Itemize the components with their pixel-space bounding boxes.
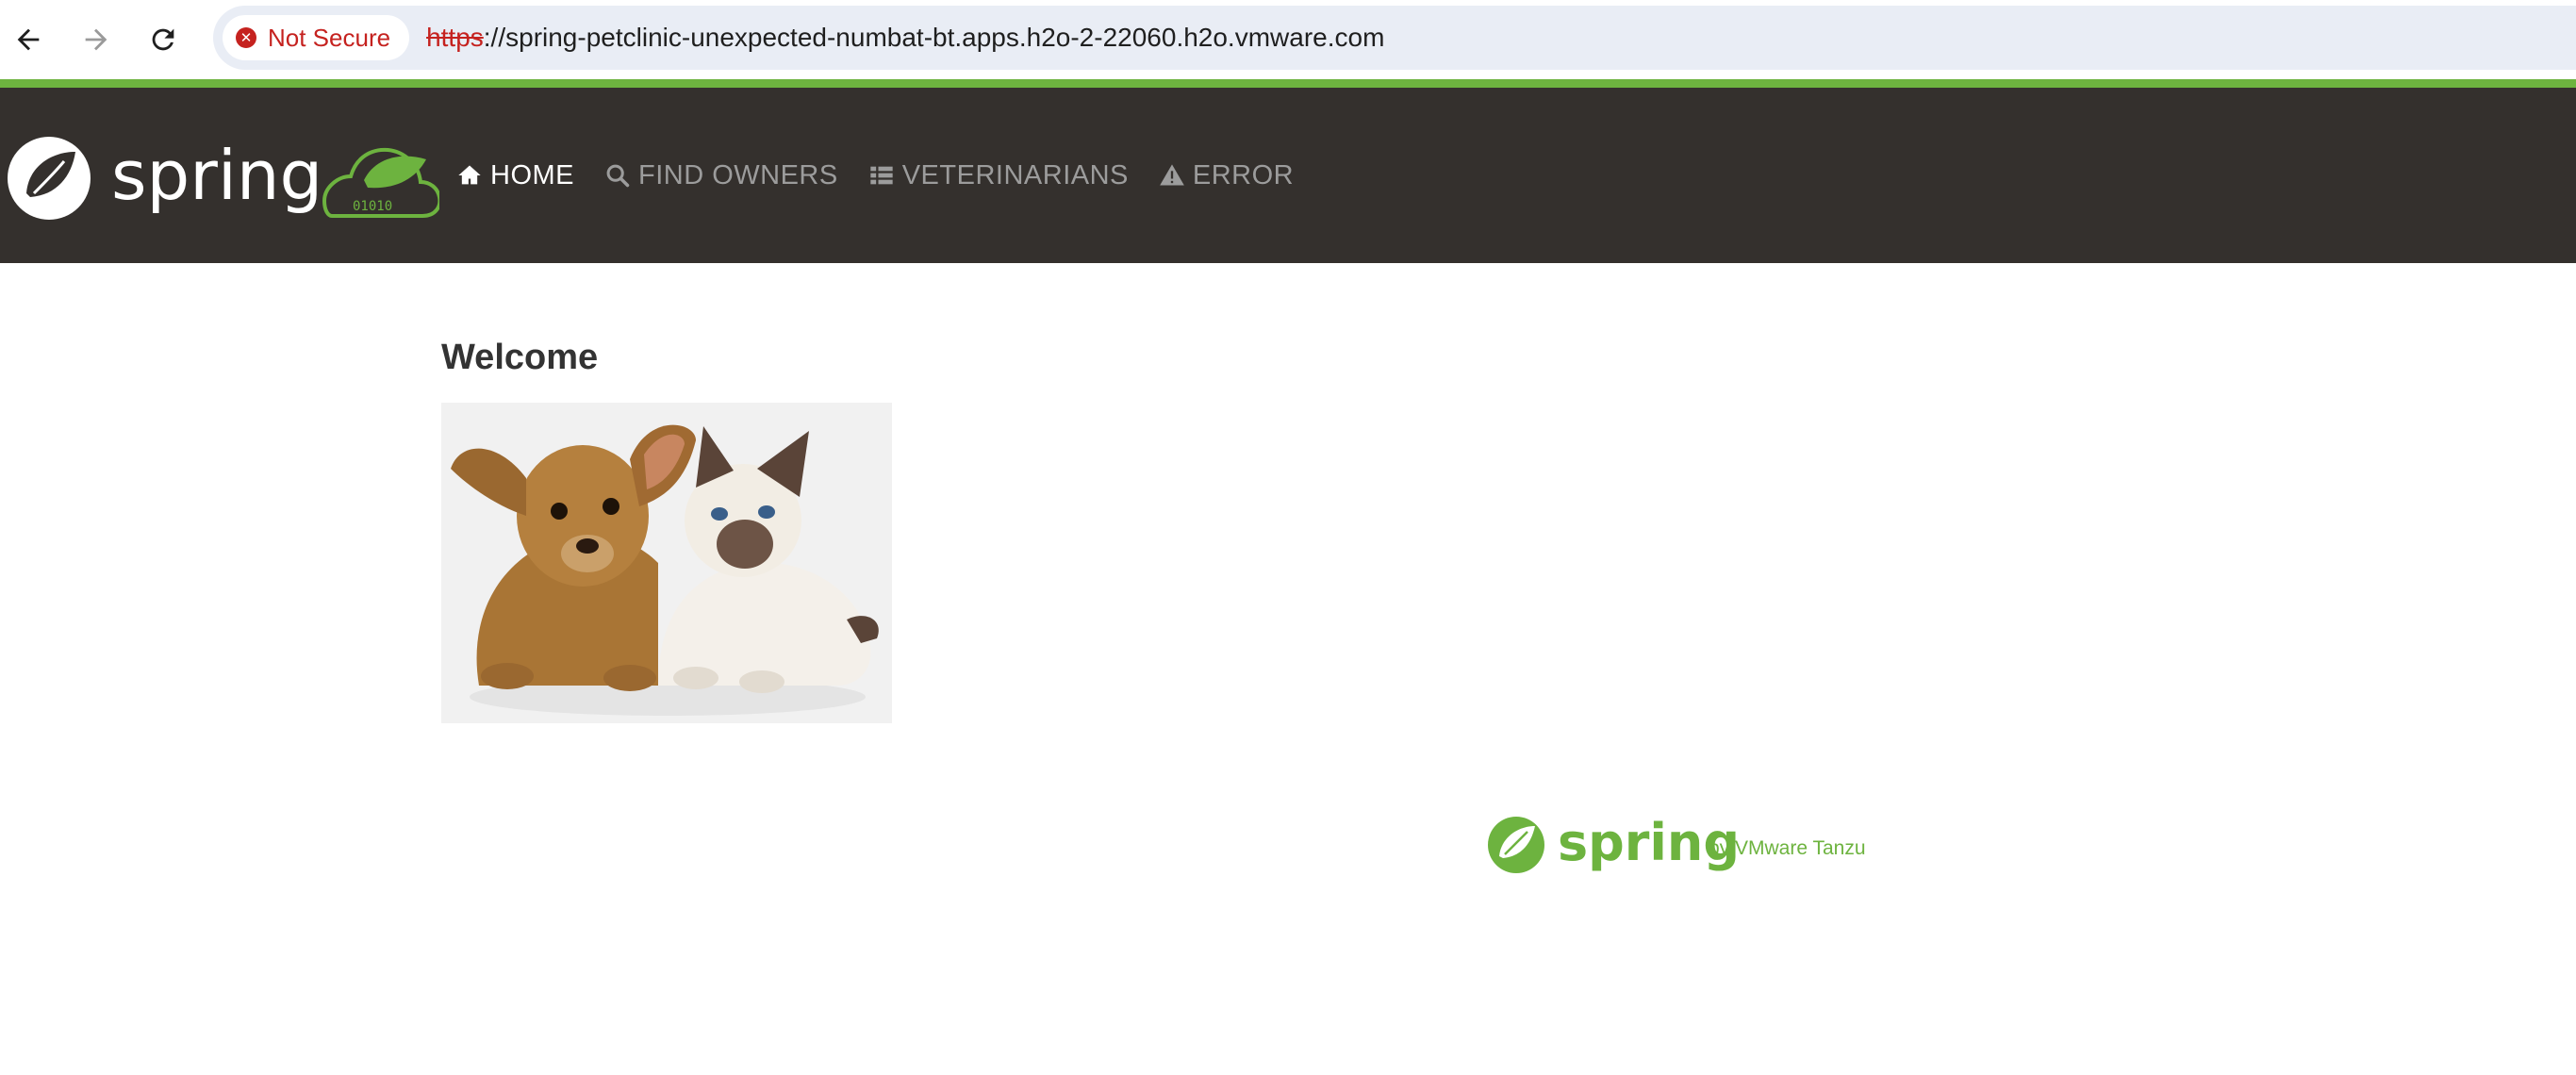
- spring-leaf-icon: [1488, 817, 1544, 873]
- spring-logo[interactable]: spring 01010: [6, 135, 439, 222]
- nav-home-label: HOME: [490, 159, 574, 190]
- petclinic-cloud-icon: 01010: [322, 147, 439, 218]
- app-navbar: spring 01010 HOME FIND OWNERS VETERINARI…: [0, 88, 2576, 263]
- nav-home[interactable]: HOME: [456, 160, 574, 191]
- accent-bar: [0, 79, 2576, 88]
- brand-badge-text: 01010: [353, 199, 392, 214]
- back-button[interactable]: [2, 13, 55, 66]
- forward-arrow-icon: [85, 28, 107, 51]
- list-icon: [870, 166, 893, 185]
- nav-veterinarians-label: VETERINARIANS: [901, 159, 1129, 190]
- nav-veterinarians[interactable]: VETERINARIANS: [868, 160, 1129, 191]
- address-bar[interactable]: ✕ Not Secure https://spring-petclinic-un…: [213, 6, 2576, 70]
- url-scheme: https: [426, 23, 484, 52]
- back-arrow-icon: [17, 28, 40, 51]
- url-text[interactable]: https://spring-petclinic-unexpected-numb…: [426, 23, 1384, 53]
- page-title: Welcome: [441, 338, 599, 377]
- forward-button[interactable]: [70, 13, 123, 66]
- spring-leaf-icon: [8, 137, 91, 220]
- main-nav: HOME FIND OWNERS VETERINARIANS ERROR: [456, 88, 1294, 263]
- security-indicator[interactable]: ✕ Not Secure: [223, 15, 410, 60]
- nav-find-owners-label: FIND OWNERS: [638, 159, 838, 190]
- nav-error-label: ERROR: [1192, 159, 1295, 190]
- search-icon: [606, 164, 630, 188]
- reload-icon: [152, 28, 174, 51]
- footer-tagline: by VMware Tanzu: [1709, 837, 1866, 859]
- pets-image: [441, 403, 892, 723]
- not-secure-icon: ✕: [236, 27, 256, 48]
- security-label: Not Secure: [268, 23, 391, 52]
- reload-button[interactable]: [137, 13, 190, 66]
- warning-icon: [1160, 164, 1184, 186]
- url-rest: ://spring-petclinic-unexpected-numbat-bt…: [483, 23, 1385, 52]
- brand-text: spring: [111, 136, 322, 215]
- nav-error[interactable]: ERROR: [1159, 160, 1294, 191]
- browser-toolbar: ✕ Not Secure https://spring-petclinic-un…: [0, 0, 2576, 79]
- home-icon: [458, 165, 481, 185]
- nav-find-owners[interactable]: FIND OWNERS: [604, 160, 838, 191]
